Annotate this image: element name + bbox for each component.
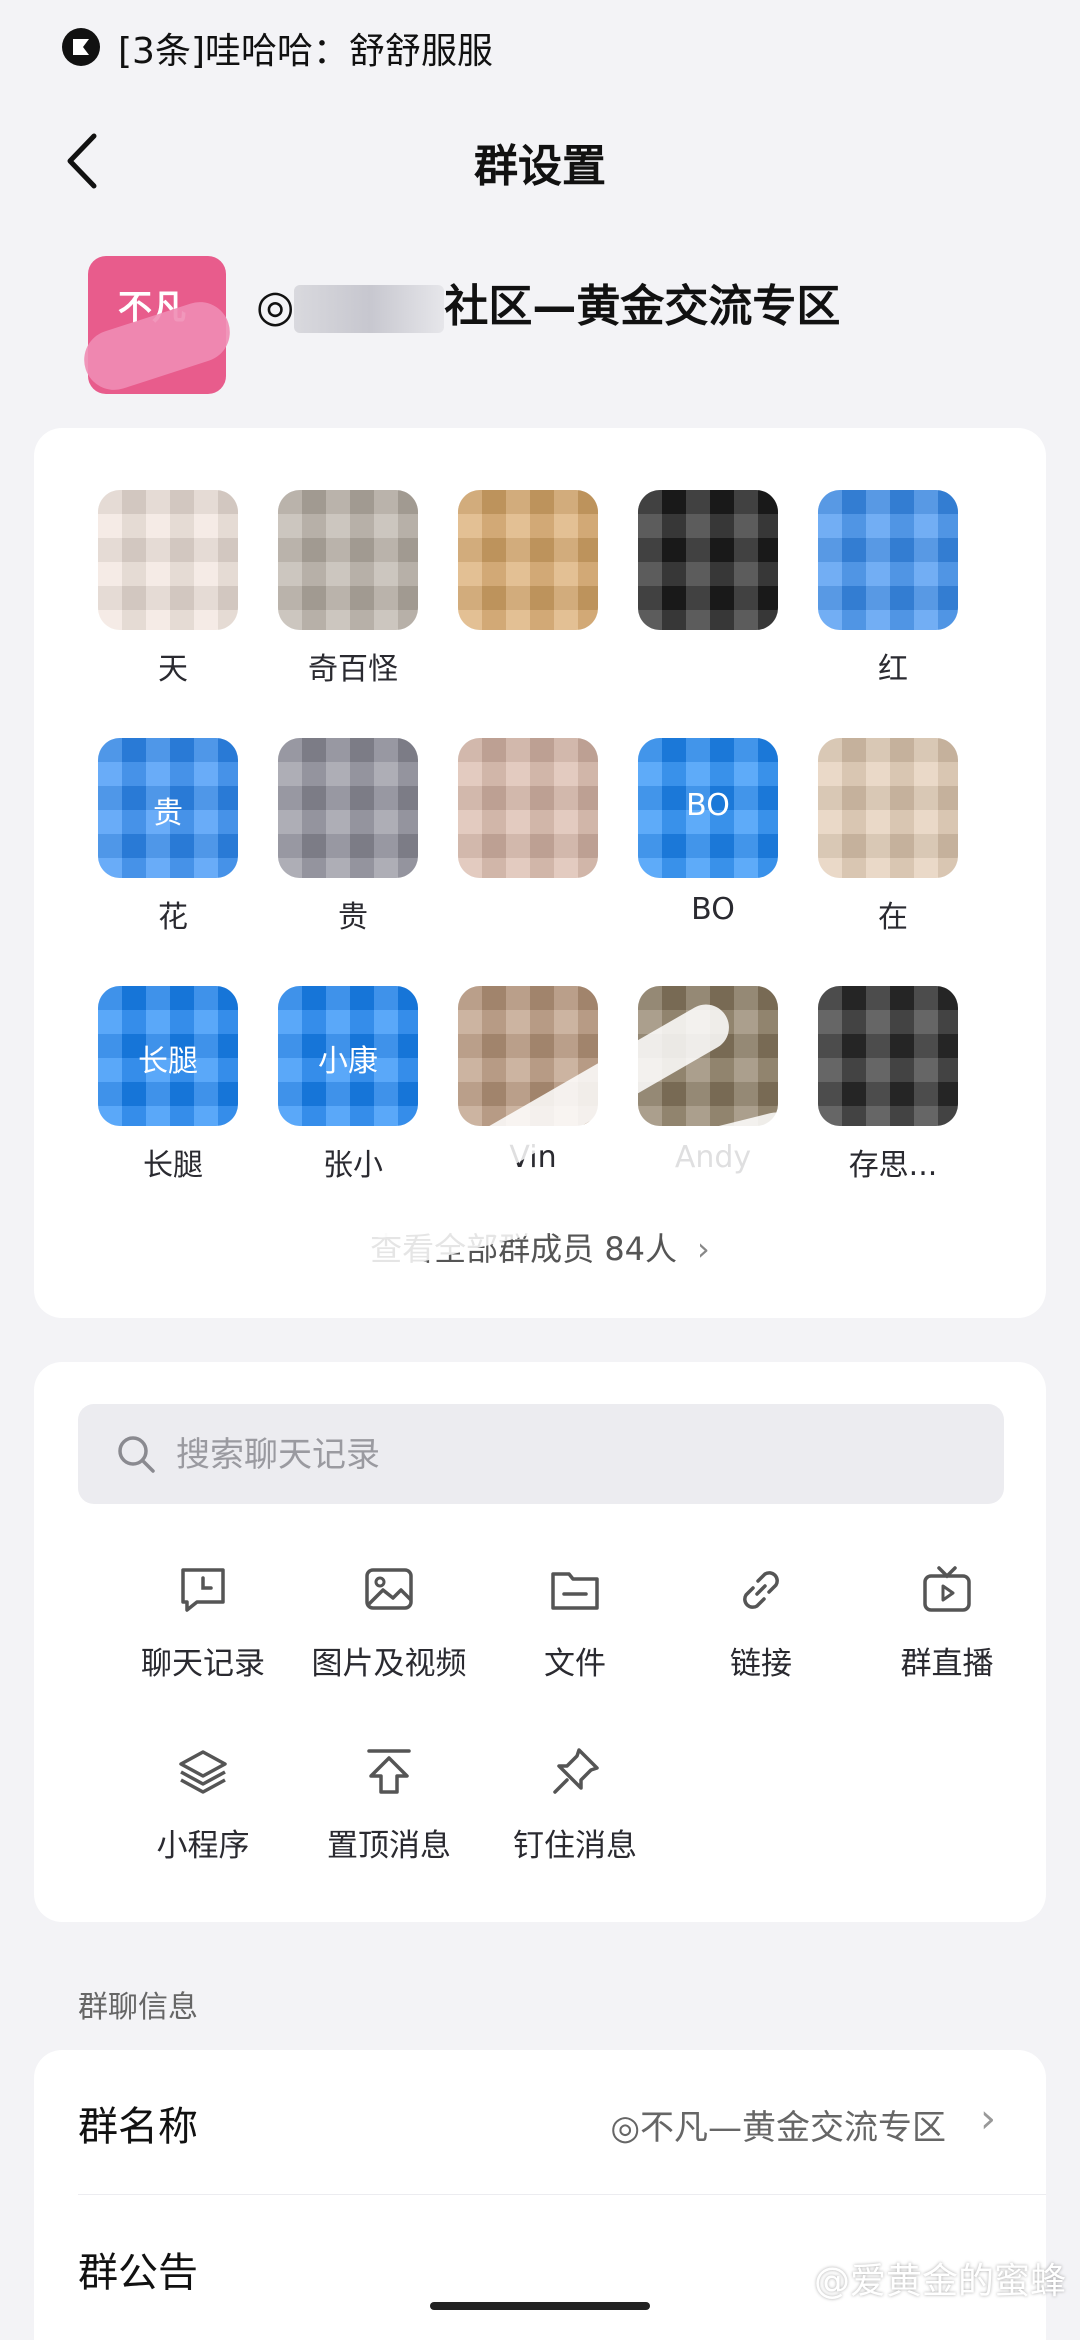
search-input[interactable] <box>174 1428 958 1482</box>
group-avatar[interactable]: 不凡 <box>76 256 238 398</box>
redaction-mask <box>458 490 598 630</box>
tool-label: 置顶消息 <box>327 1828 451 1864</box>
tool-label: 链接 <box>730 1646 792 1682</box>
redaction-mask <box>294 285 445 333</box>
divider <box>78 2194 1046 2195</box>
member-name: 红 <box>878 652 908 687</box>
redaction-mask <box>278 738 418 878</box>
layers-icon <box>179 1750 227 1794</box>
member-name: 存思... <box>848 1148 938 1183</box>
member-avatar: 贵 <box>98 738 238 878</box>
member-avatar: BO <box>638 738 778 878</box>
tool-label: 图片及视频 <box>311 1646 467 1682</box>
tool-mini-programs[interactable]: 小程序 <box>118 1744 288 1894</box>
group-name-text: 社区—黄金交流专区 <box>444 281 841 332</box>
member-avatar <box>278 738 418 878</box>
search-icon <box>118 1436 155 1473</box>
member-avatar-text: 贵 <box>153 796 183 831</box>
member-avatar <box>818 490 958 630</box>
redaction-mask <box>818 986 958 1126</box>
members-card: 天奇百怪红贵花贵BOBO在长腿长腿小康张小VinAndy存思... 查看全部群成… <box>34 428 1046 1318</box>
tool-label: 群直播 <box>900 1646 994 1682</box>
section-title-group-info: 群聊信息 <box>78 1990 198 2025</box>
nav-bar: 群设置 <box>0 110 1080 210</box>
tool-label: 钉住消息 <box>513 1828 637 1864</box>
member-avatar <box>278 490 418 630</box>
redaction-mask <box>278 490 418 630</box>
member-avatar-text: BO <box>686 788 730 823</box>
chevron-right-icon: › <box>697 1230 710 1268</box>
tool-images-videos[interactable]: 图片及视频 <box>304 1562 474 1712</box>
tv-live-icon <box>923 1566 971 1612</box>
notification-text[interactable]: [3条]哇哈哈：舒舒服服 <box>118 22 493 74</box>
member-avatar <box>98 490 238 630</box>
member-name: 奇百怪 <box>308 652 398 687</box>
member-avatar: 小康 <box>278 986 418 1126</box>
member-avatar <box>638 490 778 630</box>
folder-icon <box>551 1572 599 1610</box>
member-name: 花 <box>158 900 188 935</box>
tool-links[interactable]: 链接 <box>676 1562 846 1712</box>
member-item[interactable]: 在 <box>818 738 968 968</box>
tool-chat-history[interactable]: 聊天记录 <box>118 1562 288 1712</box>
member-name: 贵 <box>338 900 368 935</box>
tool-label: 文件 <box>544 1646 606 1682</box>
row-label: 群公告 <box>78 2250 198 2296</box>
member-item[interactable]: 天 <box>98 490 248 720</box>
tool-top-messages[interactable]: 置顶消息 <box>304 1744 474 1894</box>
page-title: 群设置 <box>474 141 606 192</box>
notification-app-icon <box>62 28 100 66</box>
home-indicator[interactable] <box>430 2302 650 2310</box>
chevron-right-icon: › <box>980 2096 996 2142</box>
group-name-prefix: ◎ <box>256 281 295 332</box>
member-avatar <box>458 490 598 630</box>
group-name: ◎ 社区—黄金交流专区 <box>256 270 840 334</box>
thumbtack-icon <box>553 1748 599 1794</box>
search-chat-history[interactable] <box>78 1404 1004 1504</box>
status-bar: [3条]哇哈哈：舒舒服服 <box>0 0 1080 96</box>
tool-pinned-messages[interactable]: 钉住消息 <box>490 1744 660 1894</box>
tool-group-live[interactable]: 群直播 <box>862 1562 1032 1712</box>
redaction-mask <box>818 738 958 878</box>
member-item[interactable]: 贵 <box>278 738 428 968</box>
member-item[interactable] <box>458 738 608 968</box>
redaction-mask <box>638 490 778 630</box>
tool-label: 小程序 <box>156 1828 250 1864</box>
member-item[interactable]: 贵花 <box>98 738 248 968</box>
member-avatar-text: 小康 <box>318 1044 378 1079</box>
member-avatar <box>818 986 958 1126</box>
redaction-mask <box>458 738 598 878</box>
member-item[interactable]: 存思... <box>818 986 968 1216</box>
member-avatar <box>818 738 958 878</box>
group-name-row[interactable]: 群名称 ◎不凡—黄金交流专区 › <box>78 2050 1002 2190</box>
chat-history-icon <box>181 1568 225 1612</box>
row-value: ◎不凡—黄金交流专区 <box>610 2108 946 2148</box>
watermark: @爱黄金的蜜蜂 <box>813 2261 1066 2302</box>
member-avatar <box>458 738 598 878</box>
redaction-mask <box>98 490 238 630</box>
member-name: 在 <box>878 900 908 935</box>
member-name: 长腿 <box>143 1148 203 1183</box>
link-icon <box>743 1571 779 1609</box>
member-name: 天 <box>158 652 188 687</box>
member-item[interactable]: 奇百怪 <box>278 490 428 720</box>
redaction-mask <box>818 490 958 630</box>
pin-top-icon <box>367 1749 411 1794</box>
member-avatar: 长腿 <box>98 986 238 1126</box>
member-item[interactable]: BO BO <box>638 738 788 968</box>
row-label: 群名称 <box>78 2104 198 2150</box>
member-avatar-text: 长腿 <box>138 1044 198 1079</box>
tool-files[interactable]: 文件 <box>490 1562 660 1712</box>
member-item[interactable]: 红 <box>818 490 968 720</box>
image-icon <box>365 1568 413 1610</box>
member-item[interactable]: 长腿 长腿 <box>98 986 248 1216</box>
tool-label: 聊天记录 <box>141 1646 265 1682</box>
member-item[interactable] <box>638 490 788 720</box>
tools-card: 聊天记录 图片及视频 文件 链接 群直播 <box>34 1362 1046 1922</box>
member-item[interactable] <box>458 490 608 720</box>
member-name: BO <box>691 892 735 927</box>
